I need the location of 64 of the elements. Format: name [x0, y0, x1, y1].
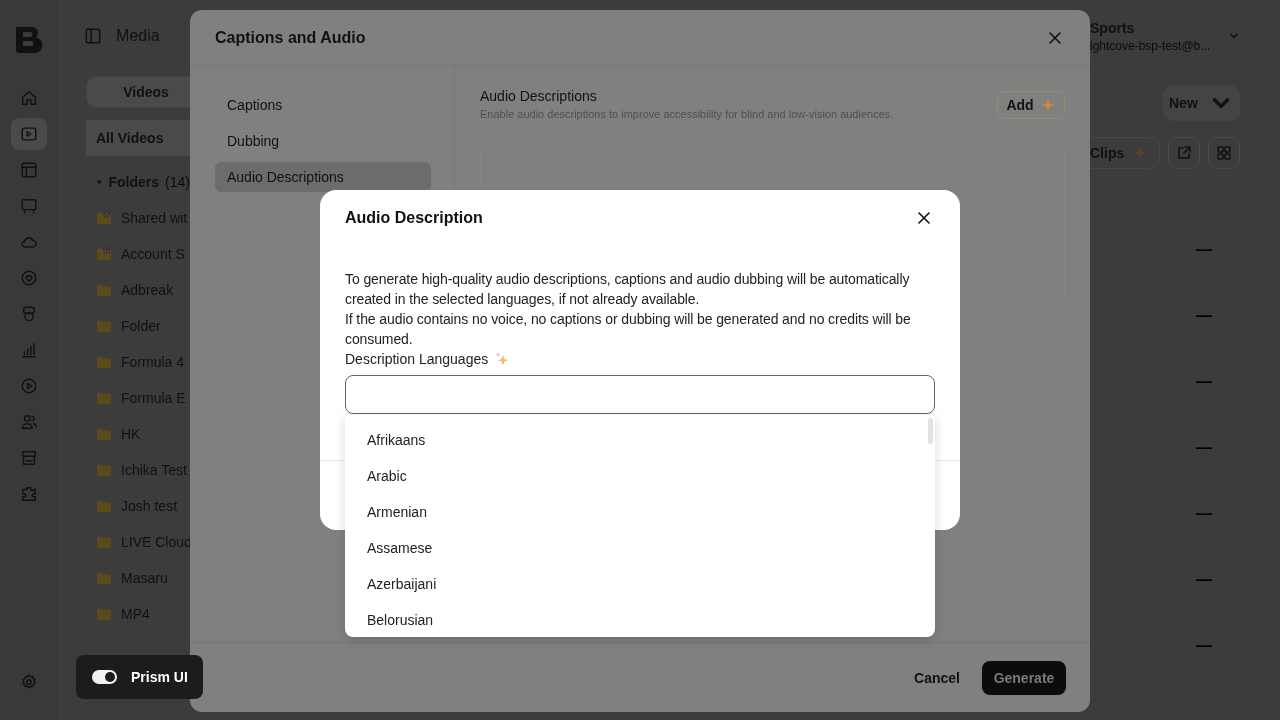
- puzzle-icon: [20, 485, 38, 503]
- dialog-title: Captions and Audio: [215, 28, 366, 47]
- table-cell: —: [1196, 241, 1212, 259]
- grid-view-button[interactable]: [1208, 137, 1240, 169]
- tab[interactable]: Videos: [86, 76, 190, 108]
- table-cell: —: [1196, 307, 1212, 325]
- sidebar-toggle-icon: [84, 27, 102, 45]
- play-icon: [20, 377, 38, 395]
- video-icon: [20, 125, 38, 143]
- layout-icon: [20, 161, 38, 179]
- folder-icon: [96, 535, 112, 549]
- chart-icon: [20, 341, 38, 359]
- share-icon: [1176, 145, 1192, 161]
- account-folder-icon: [96, 247, 112, 261]
- share-button[interactable]: [1168, 137, 1200, 169]
- cancel-button[interactable]: Cancel: [912, 669, 962, 686]
- dialog-title: Audio Description: [345, 209, 483, 227]
- field-label: Description Languages: [345, 350, 489, 369]
- nav-item[interactable]: Audio Descriptions: [215, 162, 431, 192]
- folder-icon: [96, 427, 112, 441]
- table-cell: —: [1196, 505, 1212, 523]
- folder-icon: [96, 463, 112, 477]
- dropdown-option[interactable]: Afrikaans: [345, 422, 905, 458]
- store-icon: [20, 449, 38, 467]
- dropdown-option[interactable]: Armenian: [345, 494, 905, 530]
- badge-icon: [20, 305, 38, 323]
- dropdown-option[interactable]: Arabic: [345, 458, 905, 494]
- section-title: Audio Descriptions: [480, 88, 598, 104]
- folder-icon: [96, 571, 112, 585]
- toggle-label: Prism UI: [131, 669, 188, 685]
- sparkle-icon: [494, 351, 511, 367]
- close-icon: [917, 211, 931, 225]
- scrollbar-thumb[interactable]: [928, 418, 933, 444]
- toggle-switch[interactable]: [92, 670, 117, 684]
- table-cell: —: [1196, 637, 1212, 655]
- paragraph: To generate high-quality audio descriptions, captions and audio dubbing will be automatically created in the selected languages, if not already available.: [345, 270, 911, 309]
- folder-icon: [96, 391, 112, 405]
- settings-icon: [20, 673, 38, 691]
- table-cell: —: [1196, 439, 1212, 457]
- folder-icon: [96, 355, 112, 369]
- generate-button[interactable]: Generate: [982, 660, 1066, 695]
- monitor-icon: [20, 197, 38, 215]
- nav-item[interactable]: Dubbing: [215, 126, 431, 156]
- folder-icon: [96, 607, 112, 621]
- folder-icon: [96, 319, 112, 333]
- language-search-field[interactable]: [345, 375, 935, 414]
- add-button[interactable]: Add: [997, 91, 1065, 119]
- dropdown-option[interactable]: Assamese: [345, 530, 905, 566]
- shared-folder-icon: [96, 211, 112, 225]
- home-icon: [20, 89, 38, 107]
- grid-icon: [1216, 145, 1232, 161]
- nav-button[interactable]: [11, 118, 47, 150]
- dropdown-option[interactable]: Azerbaijani: [345, 566, 905, 602]
- users-icon: [20, 413, 38, 431]
- table-cell: —: [1196, 373, 1212, 391]
- folder-icon: [96, 499, 112, 513]
- logo-icon: [13, 24, 45, 56]
- close-icon: [1048, 30, 1062, 45]
- folder-icon: [96, 283, 112, 297]
- paragraph: If the audio contains no voice, no captions or dubbing will be generated and no credits will be consumed.: [345, 310, 912, 349]
- nav-item[interactable]: Captions: [215, 90, 431, 120]
- all-videos-item[interactable]: All Videos: [86, 120, 190, 156]
- table-cell: —: [1196, 571, 1212, 589]
- dropdown-option[interactable]: Belorusian: [345, 602, 905, 637]
